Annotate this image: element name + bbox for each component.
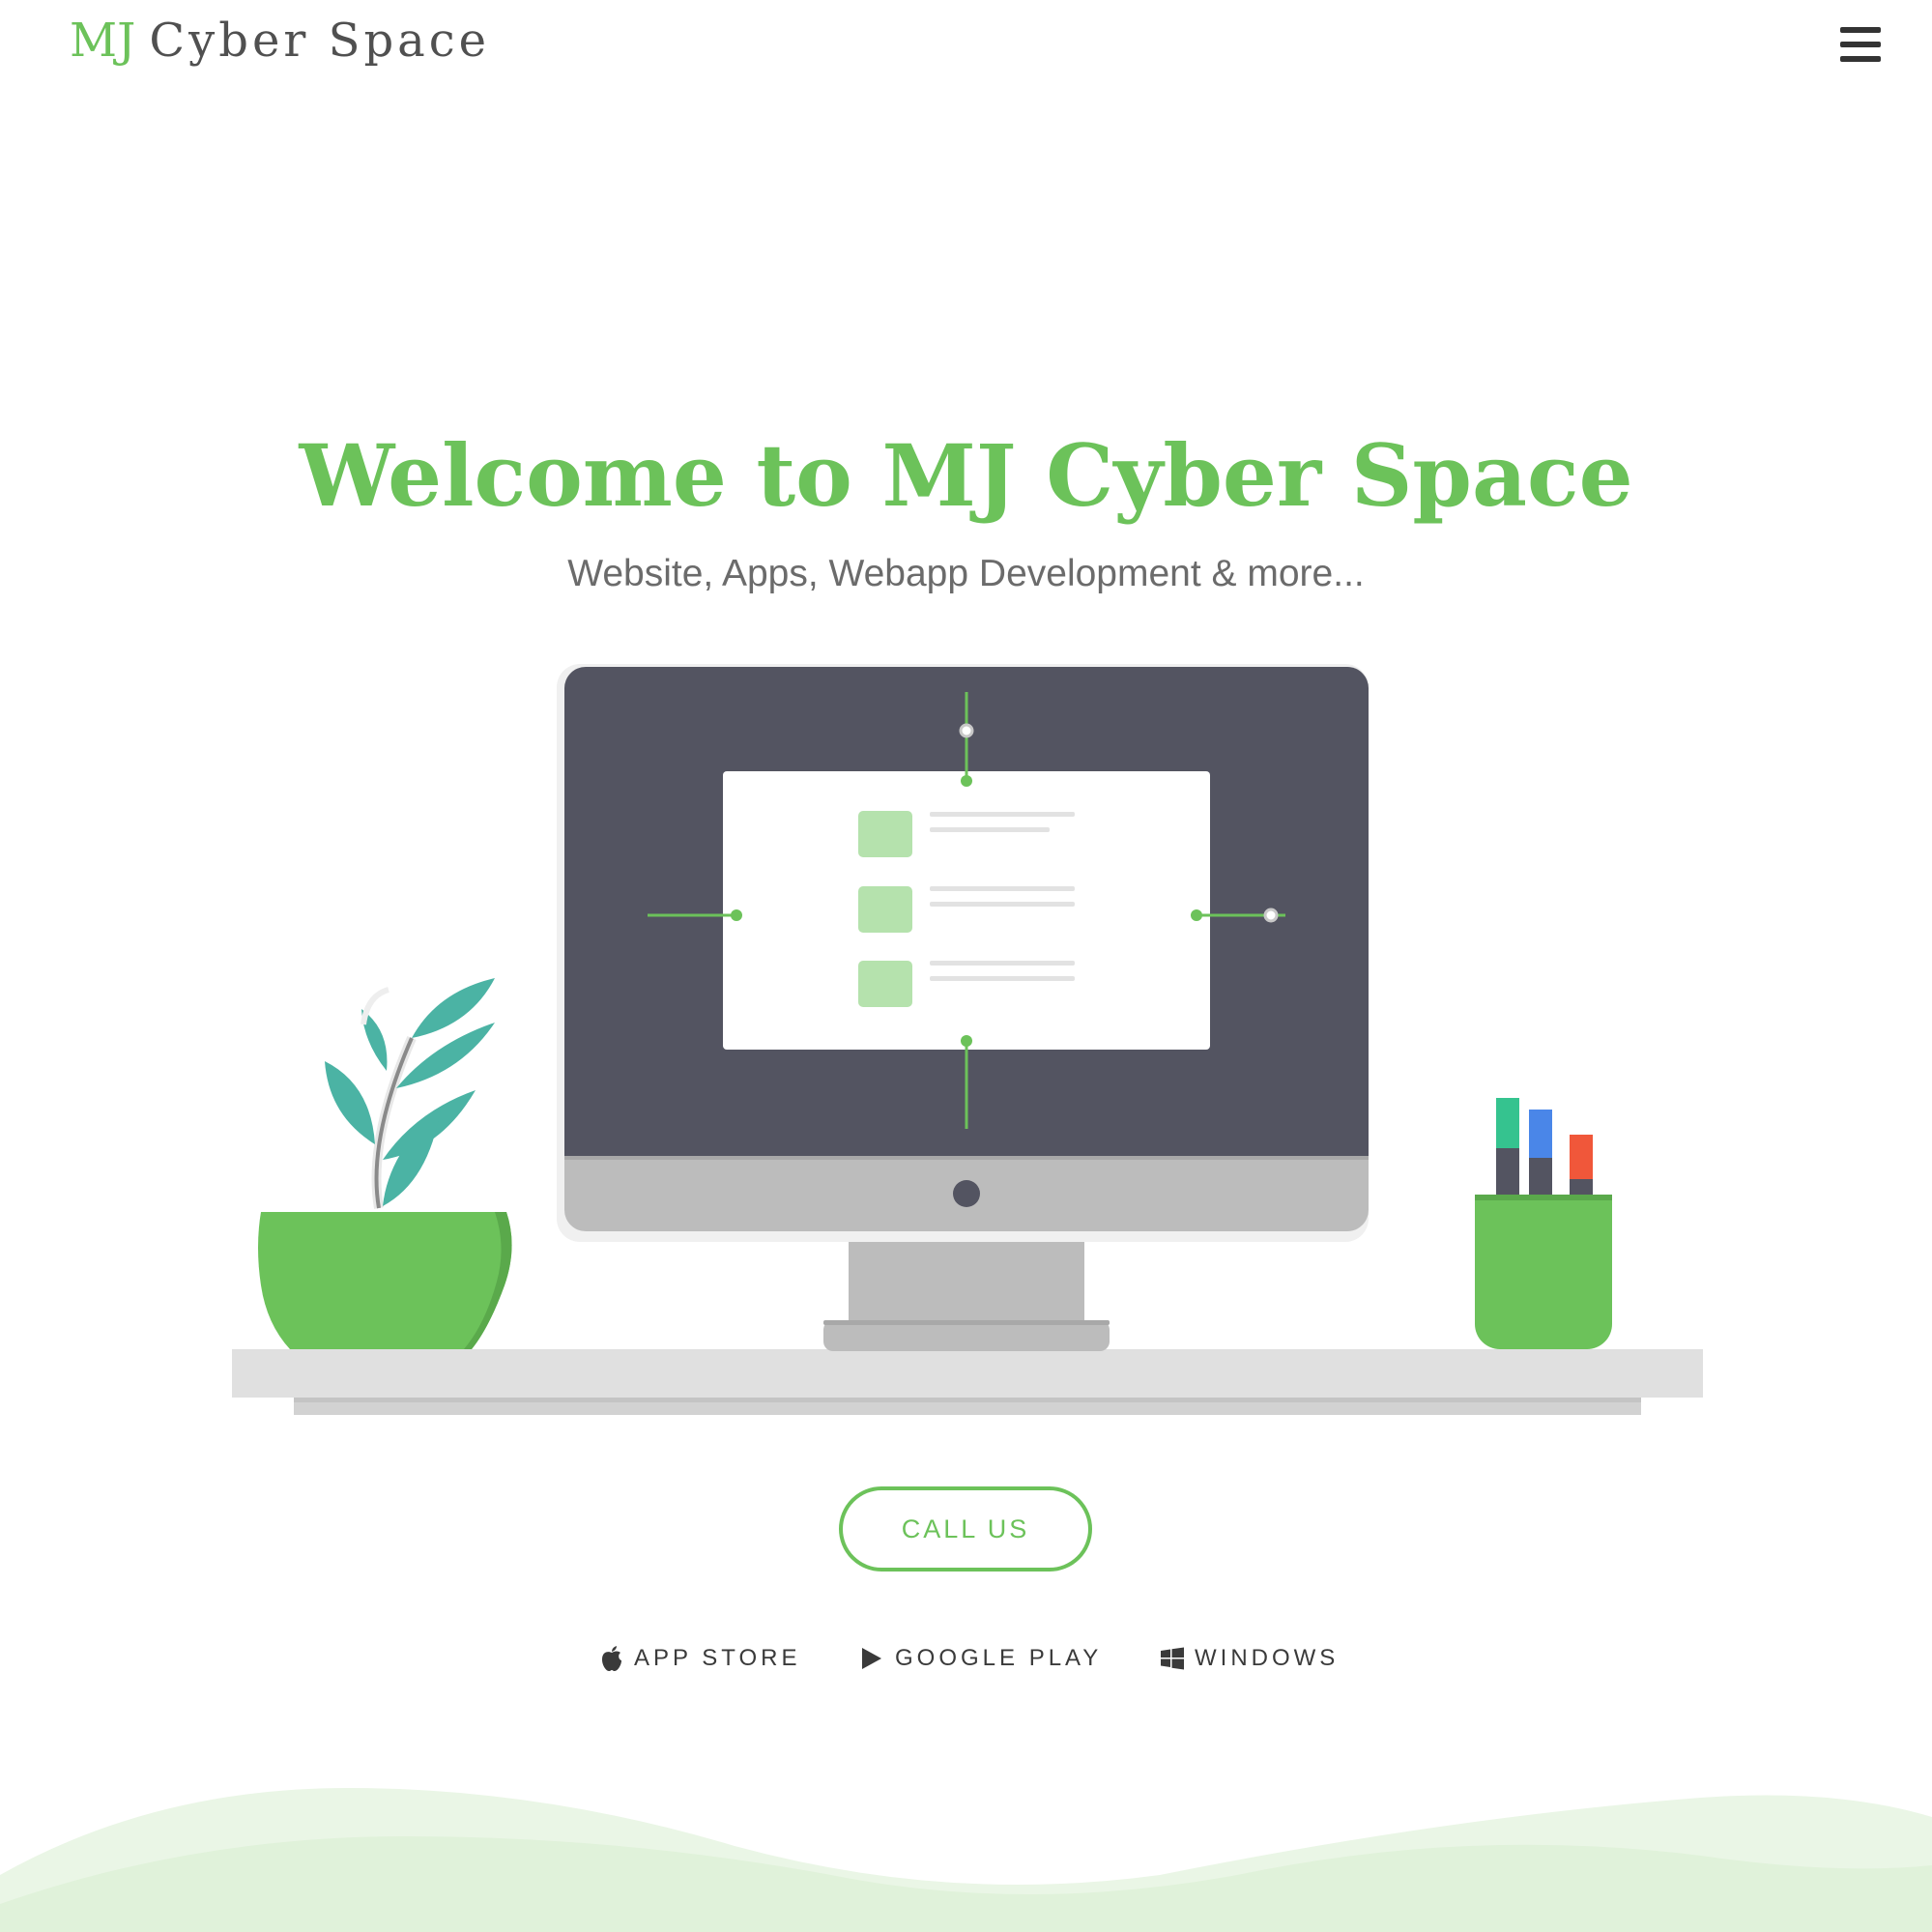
shelf [232,1349,1703,1398]
site-header: MJ Cyber Space [0,0,1932,97]
windows-link[interactable]: WINDOWS [1160,1639,1339,1678]
windows-icon [1161,1647,1184,1670]
hamburger-menu-icon[interactable] [1840,27,1881,62]
app-store-link[interactable]: APP STORE [599,1639,801,1678]
decorative-hills [0,1788,1932,1932]
google-play-link[interactable]: GOOGLE PLAY [860,1639,1102,1678]
potted-plant [258,978,512,1349]
desk-computer-illustration [232,664,1703,1415]
call-us-button[interactable]: CALL US [839,1486,1092,1572]
play-icon [862,1648,881,1669]
brand-initials: MJ [70,14,136,68]
google-play-label: GOOGLE PLAY [895,1645,1103,1671]
monitor-camera-dot [953,1180,980,1207]
brand-name: Cyber Space [149,14,491,68]
apple-icon [602,1646,621,1671]
hero-title: Welcome to MJ Cyber Space [299,425,1633,526]
hero-subtitle: Website, Apps, Webapp Development & more… [567,553,1365,594]
store-links: APP STORE GOOGLE PLAY WINDOWS [0,1639,1932,1678]
plant-pot [258,1212,512,1349]
pen-cup [1475,1098,1612,1349]
app-store-label: APP STORE [634,1645,801,1671]
brand-logo-link[interactable]: MJ Cyber Space [70,14,490,68]
windows-label: WINDOWS [1195,1645,1340,1671]
